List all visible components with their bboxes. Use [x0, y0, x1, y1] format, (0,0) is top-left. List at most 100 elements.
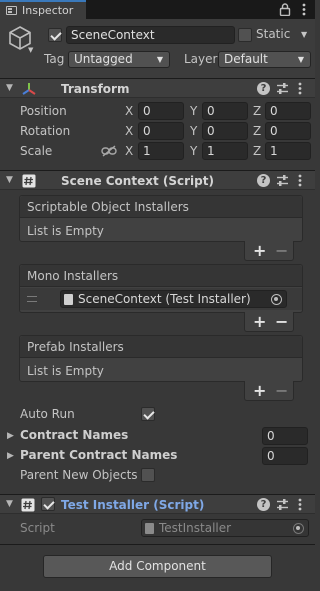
foldout-expanded-icon[interactable]: ▼ [6, 499, 13, 509]
inspector-tab[interactable]: Inspector [0, 0, 86, 19]
inspector-tab-bar: Inspector [0, 0, 315, 19]
object-picker-icon [293, 523, 304, 534]
parent-contract-names-label[interactable]: Parent Contract Names [20, 448, 177, 462]
scale-z-label[interactable]: Z [253, 144, 261, 158]
component-menu-icon[interactable] [296, 497, 304, 512]
position-z-field[interactable]: 0 [265, 102, 311, 120]
remove-element-button[interactable]: − [275, 312, 288, 331]
scale-y-label[interactable]: Y [190, 144, 197, 158]
rotation-x-label[interactable]: X [125, 124, 133, 138]
rotation-y-label[interactable]: Y [190, 124, 197, 138]
test-installer-title[interactable]: Test Installer (Script) [61, 498, 204, 512]
position-y-label[interactable]: Y [190, 104, 197, 118]
mono-installers-list: Mono Installers SceneContext (Test Insta… [19, 264, 303, 313]
chevron-down-icon[interactable]: ▼ [28, 46, 33, 54]
foldout-collapsed-icon[interactable]: ▶ [7, 431, 14, 441]
rotation-x-field[interactable]: 0 [138, 122, 184, 140]
transform-header[interactable]: ▼ Transform ? [0, 78, 315, 98]
remove-element-button[interactable]: − [275, 241, 288, 260]
mono-installers-header[interactable]: Mono Installers [20, 265, 302, 287]
tag-dropdown[interactable]: Untagged ▼ [68, 51, 170, 68]
mono-installer-object-field[interactable]: SceneContext (Test Installer) [60, 290, 287, 308]
script-asset-icon [145, 523, 154, 534]
prefab-installers-footer: + − [244, 381, 294, 401]
tag-label: Tag [44, 52, 65, 66]
gameobject-name-input[interactable]: SceneContext [66, 26, 235, 44]
transform-title: Transform [61, 82, 130, 96]
scene-context-header[interactable]: ▼ Scene Context (Script) ? [0, 170, 315, 190]
remove-element-button[interactable]: − [275, 381, 288, 400]
component-menu-icon[interactable] [296, 173, 304, 188]
position-label: Position [20, 104, 67, 118]
rotation-z-label[interactable]: Z [253, 124, 261, 138]
parent-contract-names-size-field[interactable]: 0 [262, 447, 308, 465]
scale-z-field[interactable]: 1 [265, 142, 311, 160]
foldout-expanded-icon[interactable]: ▼ [6, 83, 13, 93]
csharp-script-icon [21, 498, 35, 512]
rotation-z-field[interactable]: 0 [265, 122, 311, 140]
tag-value: Untagged [74, 52, 133, 66]
parent-new-objects-checkbox[interactable] [141, 468, 155, 482]
inspector-tab-label: Inspector [22, 4, 74, 17]
component-divider [0, 544, 315, 545]
position-x-label[interactable]: X [125, 104, 133, 118]
add-component-button[interactable]: Add Component [43, 555, 272, 578]
auto-run-label: Auto Run [20, 407, 75, 421]
position-z-label[interactable]: Z [253, 104, 261, 118]
lock-icon[interactable] [279, 3, 291, 16]
scale-y-field[interactable]: 1 [202, 142, 248, 160]
preset-sliders-icon[interactable] [276, 498, 289, 511]
foldout-collapsed-icon[interactable]: ▶ [7, 451, 14, 461]
preset-sliders-icon[interactable] [276, 82, 289, 95]
list-empty-text: List is Empty [27, 364, 104, 378]
test-installer-header[interactable]: ▼ Test Installer (Script) ? [0, 494, 315, 514]
component-enabled-checkbox[interactable] [41, 497, 55, 511]
contract-names-size-field[interactable]: 0 [262, 427, 308, 445]
kebab-menu-icon[interactable] [300, 2, 308, 17]
list-empty-text: List is Empty [27, 224, 104, 238]
constrain-proportions-link-icon[interactable] [101, 145, 117, 157]
scriptable-installers-footer: + − [244, 241, 294, 261]
script-object-field: TestInstaller [141, 519, 309, 537]
add-element-button[interactable]: + [253, 381, 266, 400]
scale-x-field[interactable]: 1 [138, 142, 184, 160]
static-checkbox[interactable] [238, 28, 252, 42]
position-x-field[interactable]: 0 [138, 102, 184, 120]
static-dropdown-icon[interactable]: ▼ [301, 30, 307, 39]
script-value: TestInstaller [159, 521, 232, 535]
add-element-button[interactable]: + [253, 312, 266, 331]
help-icon[interactable]: ? [257, 82, 270, 95]
scale-x-label[interactable]: X [125, 144, 133, 158]
inspector-icon [6, 6, 17, 15]
drag-handle-icon[interactable] [27, 296, 37, 302]
parent-new-objects-label: Parent New Objects U [20, 468, 142, 482]
prefab-installers-list: Prefab Installers List is Empty [19, 335, 303, 382]
help-icon[interactable]: ? [257, 174, 270, 187]
scriptable-installers-header[interactable]: Scriptable Object Installers [20, 196, 302, 218]
position-y-field[interactable]: 0 [202, 102, 248, 120]
script-asset-icon [64, 294, 73, 305]
csharp-script-icon [22, 174, 36, 188]
scale-label: Scale [20, 144, 53, 158]
foldout-expanded-icon[interactable]: ▼ [6, 175, 13, 185]
contract-names-label[interactable]: Contract Names [20, 428, 128, 442]
rotation-label: Rotation [20, 124, 71, 138]
auto-run-checkbox[interactable] [141, 407, 155, 421]
prefab-installers-header[interactable]: Prefab Installers [20, 336, 302, 358]
preset-sliders-icon[interactable] [276, 174, 289, 187]
chevron-down-icon: ▼ [156, 55, 163, 64]
object-picker-icon[interactable] [271, 294, 282, 305]
component-menu-icon[interactable] [296, 81, 304, 96]
layer-dropdown[interactable]: Default ▼ [218, 51, 311, 68]
transform-axis-icon [22, 83, 36, 95]
chevron-down-icon: ▼ [297, 55, 304, 64]
list-item[interactable]: SceneContext (Test Installer) [20, 288, 302, 310]
add-element-button[interactable]: + [253, 241, 266, 260]
gameobject-active-checkbox[interactable] [48, 28, 62, 42]
rotation-y-field[interactable]: 0 [202, 122, 248, 140]
help-icon[interactable]: ? [257, 498, 270, 511]
mono-installers-footer: + − [244, 312, 294, 332]
scriptable-installers-list: Scriptable Object Installers List is Emp… [19, 195, 303, 242]
script-label: Script [20, 521, 55, 535]
layer-value: Default [224, 52, 268, 66]
